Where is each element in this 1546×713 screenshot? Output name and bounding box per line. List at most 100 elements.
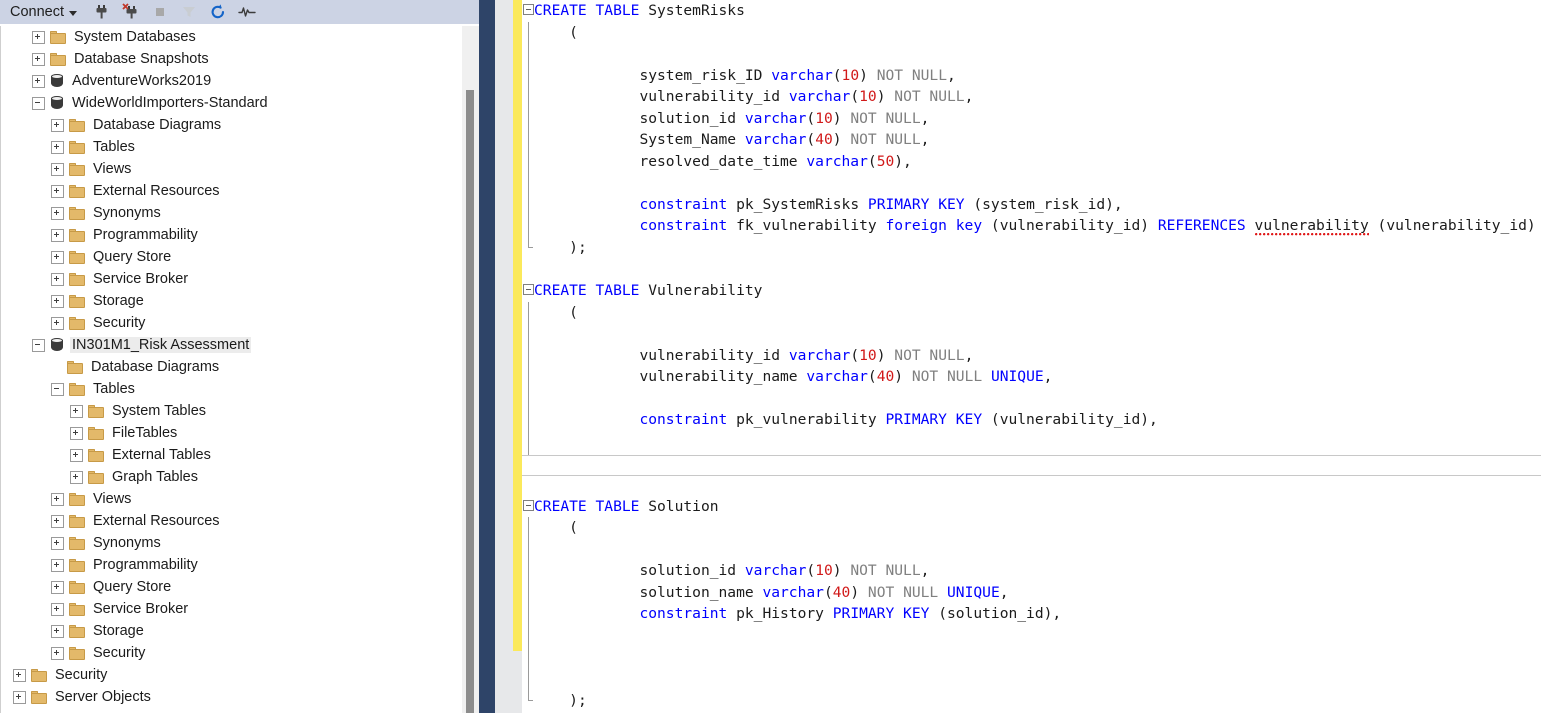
expand-icon[interactable] [13, 669, 26, 682]
tree-node-external-resources[interactable]: External Resources [1, 510, 456, 532]
expand-icon[interactable] [51, 295, 64, 308]
code-line[interactable]: system_risk_ID varchar(10) NOT NULL, [522, 65, 1546, 87]
tree-node-external-resources[interactable]: External Resources [1, 180, 456, 202]
expand-icon[interactable] [51, 559, 64, 572]
code-line[interactable]: constraint pk_vulnerability PRIMARY KEY … [522, 409, 1546, 431]
tree-node-tables[interactable]: Tables [1, 136, 456, 158]
code-line[interactable]: solution_name varchar(40) NOT NULL UNIQU… [522, 582, 1546, 604]
tree-vertical-scrollbar[interactable] [462, 26, 479, 713]
fold-collapse-icon[interactable] [523, 4, 534, 15]
code-line[interactable]: CREATE TABLE Vulnerability [522, 280, 1546, 302]
expand-icon[interactable] [51, 581, 64, 594]
code-line[interactable]: vulnerability_id varchar(10) NOT NULL, [522, 345, 1546, 367]
tree-node-graph-tables[interactable]: Graph Tables [1, 466, 456, 488]
tree-node-external-tables[interactable]: External Tables [1, 444, 456, 466]
tree-node-server-objects[interactable]: Server Objects [1, 686, 456, 708]
code-line[interactable] [522, 474, 1546, 496]
connect-plug-icon[interactable] [92, 2, 112, 22]
tree-node-security[interactable]: Security [1, 642, 456, 664]
tree-node-system-databases[interactable]: System Databases [1, 26, 456, 48]
object-explorer-tree[interactable]: System DatabasesDatabase SnapshotsAdvent… [0, 26, 479, 713]
code-line[interactable]: resolved_date_time varchar(50), [522, 151, 1546, 173]
code-line[interactable]: constraint fk_vulnerability foreign key … [522, 215, 1546, 237]
tree-node-programmability[interactable]: Programmability [1, 554, 456, 576]
sql-editor-pane[interactable]: CREATE TABLE SystemRisks ( system_risk_I… [495, 0, 1546, 713]
sql-code-area[interactable]: CREATE TABLE SystemRisks ( system_risk_I… [522, 0, 1546, 713]
tree-node-views[interactable]: Views [1, 158, 456, 180]
tree-node-wideworldimporters-standard[interactable]: WideWorldImporters-Standard [1, 92, 456, 114]
code-line[interactable]: ( [522, 22, 1546, 44]
expand-icon[interactable] [51, 141, 64, 154]
tree-node-synonyms[interactable]: Synonyms [1, 532, 456, 554]
code-line[interactable] [522, 259, 1546, 281]
expand-icon[interactable] [70, 471, 83, 484]
fold-collapse-icon[interactable] [523, 500, 534, 511]
activity-monitor-icon[interactable] [237, 2, 257, 22]
code-line[interactable] [522, 668, 1546, 690]
tree-node-programmability[interactable]: Programmability [1, 224, 456, 246]
tree-node-filetables[interactable]: FileTables [1, 422, 456, 444]
tree-node-security[interactable]: Security [1, 312, 456, 334]
expand-icon[interactable] [51, 229, 64, 242]
tree-node-in301m1-risk-assessment[interactable]: IN301M1_Risk Assessment [1, 334, 456, 356]
expand-icon[interactable] [13, 691, 26, 704]
expand-icon[interactable] [51, 603, 64, 616]
tree-node-database-diagrams[interactable]: Database Diagrams [1, 114, 456, 136]
code-line[interactable]: vulnerability_id varchar(10) NOT NULL, [522, 86, 1546, 108]
tree-node-query-store[interactable]: Query Store [1, 246, 456, 268]
code-line[interactable]: CREATE TABLE SystemRisks [522, 0, 1546, 22]
connect-button[interactable]: Connect [0, 0, 83, 25]
tree-node-database-snapshots[interactable]: Database Snapshots [1, 48, 456, 70]
code-line[interactable]: constraint pk_SystemRisks PRIMARY KEY (s… [522, 194, 1546, 216]
expand-icon[interactable] [51, 185, 64, 198]
expand-icon[interactable] [32, 53, 45, 66]
expand-icon[interactable] [51, 273, 64, 286]
tree-node-query-store[interactable]: Query Store [1, 576, 456, 598]
code-line[interactable]: solution_id varchar(10) NOT NULL, [522, 108, 1546, 130]
code-line[interactable]: ); [522, 237, 1546, 259]
expand-icon[interactable] [51, 515, 64, 528]
tree-node-adventureworks2019[interactable]: AdventureWorks2019 [1, 70, 456, 92]
code-line[interactable] [522, 43, 1546, 65]
fold-collapse-icon[interactable] [523, 284, 534, 295]
pane-splitter[interactable] [479, 0, 495, 713]
code-line[interactable]: solution_id varchar(10) NOT NULL, [522, 560, 1546, 582]
expand-icon[interactable] [51, 317, 64, 330]
expand-icon[interactable] [51, 493, 64, 506]
tree-node-security[interactable]: Security [1, 664, 456, 686]
expand-icon[interactable] [51, 625, 64, 638]
tree-node-service-broker[interactable]: Service Broker [1, 268, 456, 290]
expand-icon[interactable] [51, 207, 64, 220]
expand-icon[interactable] [70, 427, 83, 440]
tree-scrollbar-thumb[interactable] [466, 90, 474, 713]
code-line[interactable]: System_Name varchar(40) NOT NULL, [522, 129, 1546, 151]
expand-icon[interactable] [51, 251, 64, 264]
code-line[interactable]: CREATE TABLE Solution [522, 496, 1546, 518]
code-line[interactable]: ( [522, 302, 1546, 324]
tree-node-service-broker[interactable]: Service Broker [1, 598, 456, 620]
collapse-icon[interactable] [51, 383, 64, 396]
expand-icon[interactable] [70, 449, 83, 462]
code-line[interactable] [522, 323, 1546, 345]
tree-node-database-diagrams[interactable]: Database Diagrams [1, 356, 456, 378]
tree-node-views[interactable]: Views [1, 488, 456, 510]
expand-icon[interactable] [32, 31, 45, 44]
expand-icon[interactable] [51, 647, 64, 660]
tree-node-storage[interactable]: Storage [1, 620, 456, 642]
code-line[interactable] [522, 646, 1546, 668]
disconnect-plug-icon[interactable] [121, 2, 141, 22]
code-line[interactable]: constraint pk_History PRIMARY KEY (solut… [522, 603, 1546, 625]
code-line[interactable] [522, 388, 1546, 410]
code-line[interactable] [522, 431, 1546, 453]
tree-node-synonyms[interactable]: Synonyms [1, 202, 456, 224]
expand-icon[interactable] [32, 75, 45, 88]
code-line[interactable] [522, 539, 1546, 561]
code-line[interactable]: ); [522, 690, 1546, 712]
expand-icon[interactable] [51, 163, 64, 176]
expand-icon[interactable] [70, 405, 83, 418]
expand-icon[interactable] [51, 119, 64, 132]
refresh-icon[interactable] [208, 2, 228, 22]
tree-node-system-tables[interactable]: System Tables [1, 400, 456, 422]
tree-node-storage[interactable]: Storage [1, 290, 456, 312]
code-line[interactable]: vulnerability_name varchar(40) NOT NULL … [522, 366, 1546, 388]
